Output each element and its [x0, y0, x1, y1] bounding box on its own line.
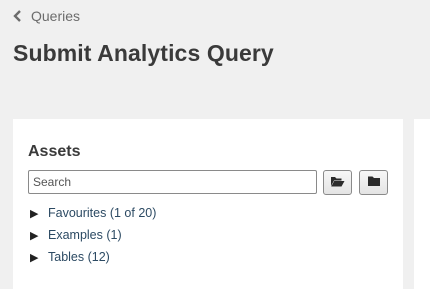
tree-item-tables[interactable]: ▶ Tables (12) [30, 246, 156, 268]
chevron-left-icon [13, 10, 22, 22]
search-input[interactable] [28, 170, 317, 194]
tree-item-label[interactable]: Examples (1) [48, 228, 122, 242]
folder-open-icon [330, 175, 345, 190]
expand-arrow-icon[interactable]: ▶ [30, 229, 42, 242]
open-folder-button[interactable] [323, 170, 352, 195]
folder-button[interactable] [359, 170, 388, 195]
expand-arrow-icon[interactable]: ▶ [30, 251, 42, 264]
folder-icon [367, 175, 381, 190]
tree-item-examples[interactable]: ▶ Examples (1) [30, 224, 156, 246]
breadcrumb-queries-link[interactable]: Queries [31, 8, 80, 24]
page-title: Submit Analytics Query [13, 40, 274, 66]
expand-arrow-icon[interactable]: ▶ [30, 207, 42, 220]
secondary-panel [414, 119, 430, 289]
tree-item-label[interactable]: Tables (12) [48, 250, 110, 264]
assets-panel: Assets ▶ Favourites (1 of 20) ▶ Examples… [13, 119, 403, 289]
assets-tree: ▶ Favourites (1 of 20) ▶ Examples (1) ▶ … [30, 202, 156, 268]
assets-heading: Assets [28, 143, 81, 160]
tree-item-label[interactable]: Favourites (1 of 20) [48, 206, 156, 220]
tree-item-favourites[interactable]: ▶ Favourites (1 of 20) [30, 202, 156, 224]
breadcrumb[interactable]: Queries [13, 8, 80, 24]
